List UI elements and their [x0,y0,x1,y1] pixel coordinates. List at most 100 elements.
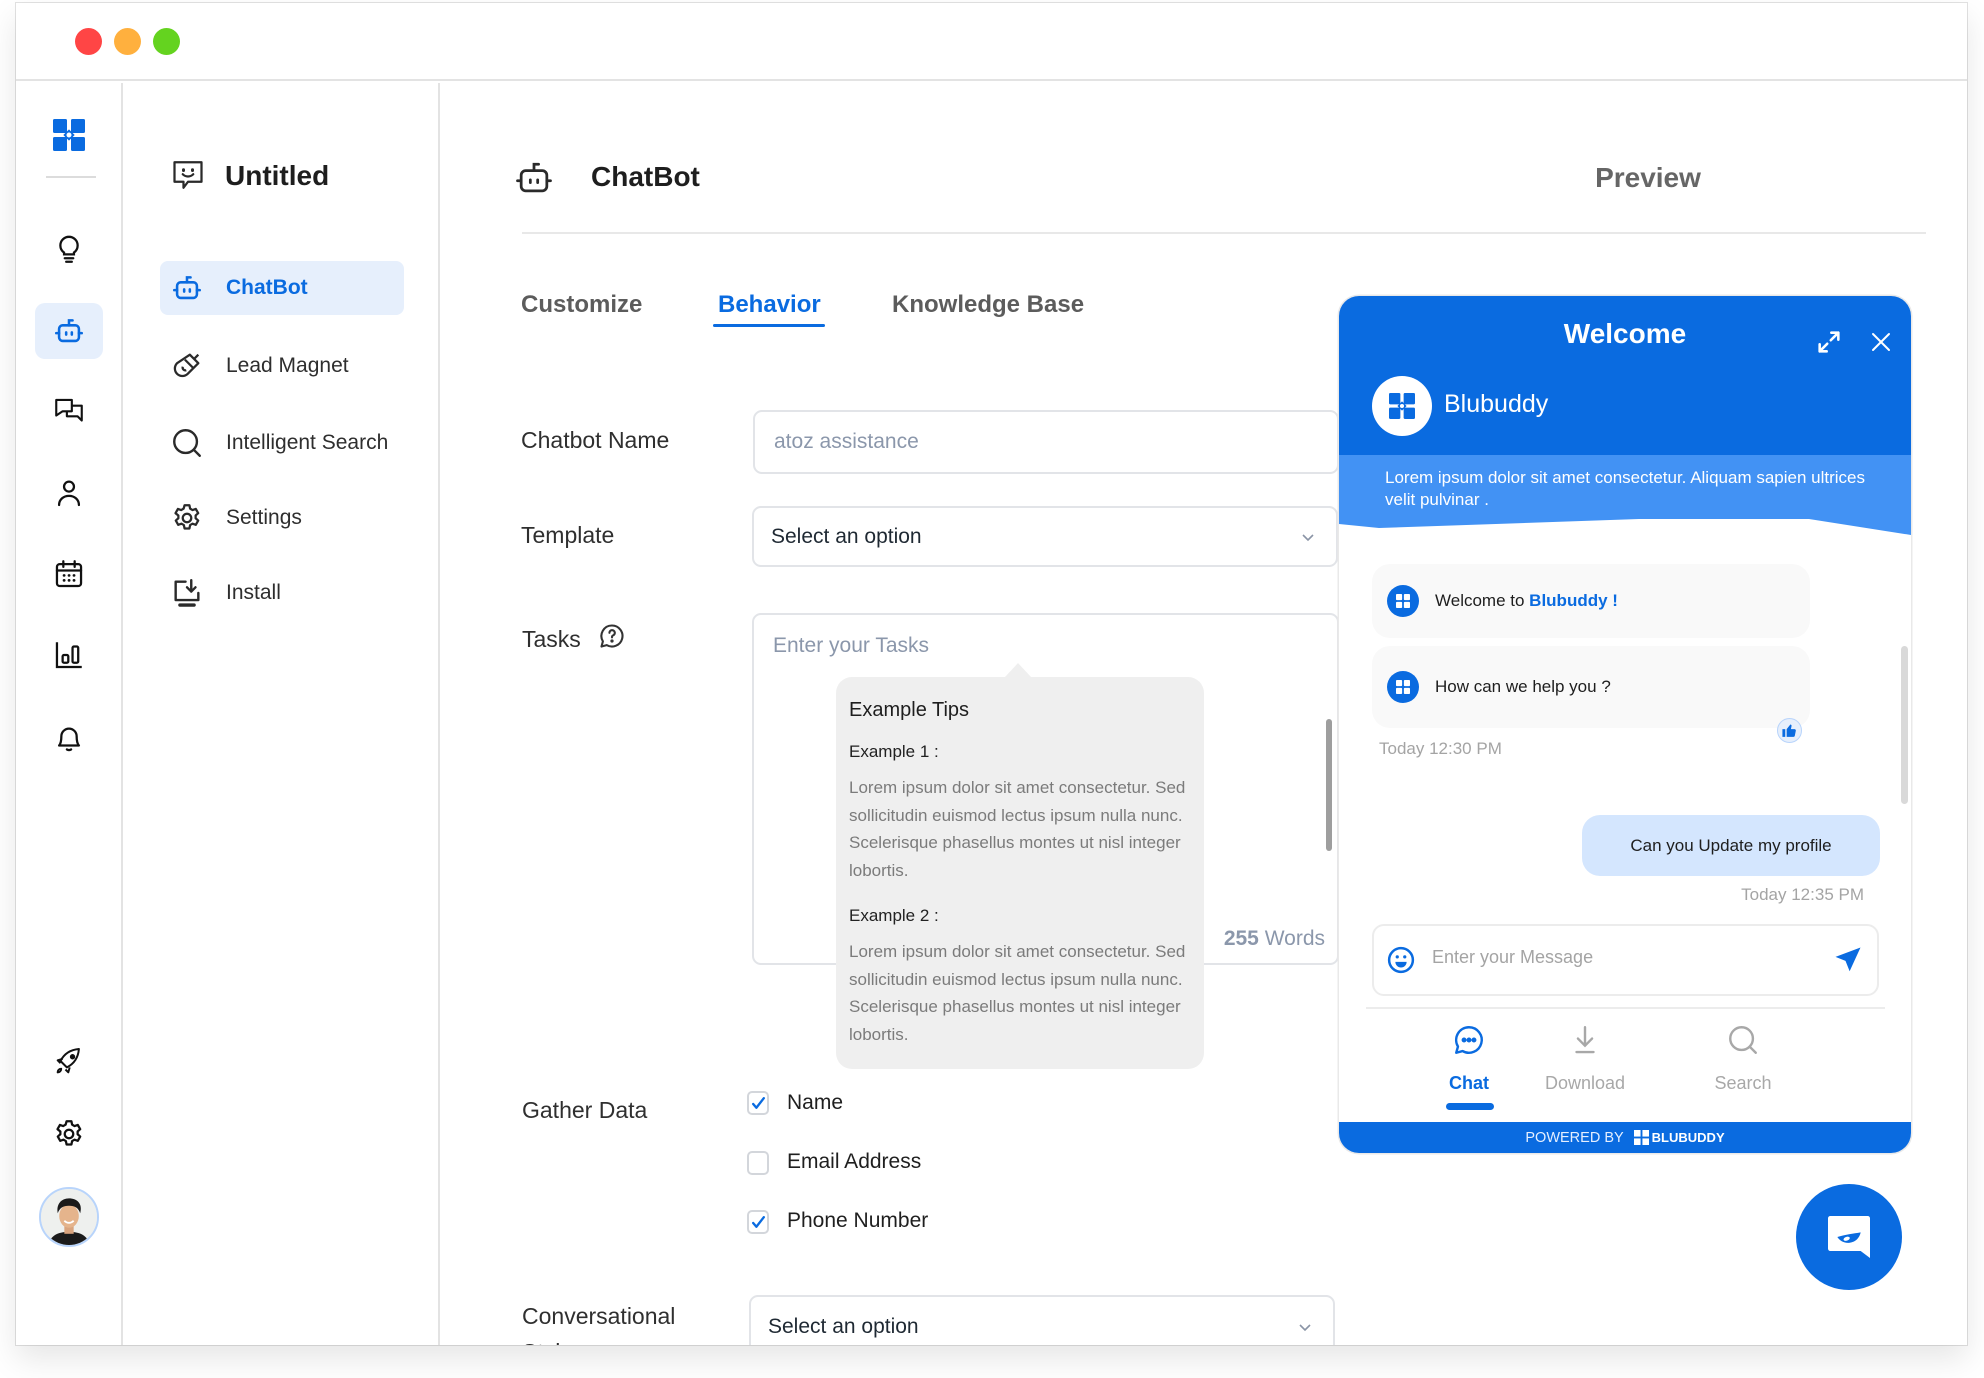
nav-item-intelligent-search[interactable]: Intelligent Search [160,416,404,470]
tab-chat[interactable]: Chat [1409,1073,1529,1094]
nav-item-settings[interactable]: Settings [160,491,404,545]
message-prefix: Welcome to [1435,591,1530,610]
chatbot-name-label: Chatbot Name [521,427,670,453]
message-input-placeholder: Enter your Message [1432,947,1594,967]
checkbox-email-address[interactable] [747,1151,769,1175]
template-label: Template [521,522,615,548]
bot-avatar [1372,376,1432,436]
powered-by-footer: POWERED BY BLUBUDDY [1339,1122,1911,1153]
word-count: 255 Words [1224,927,1325,951]
maximize-window-button[interactable] [153,28,180,55]
rail-divider [46,176,96,178]
rail-item-ideas[interactable] [35,221,103,277]
blubuddy-logo-icon[interactable] [53,119,85,151]
message-brand-highlight: Blubuddy ! [1529,591,1618,610]
install-icon [174,579,200,607]
chevron-down-icon [1302,534,1314,542]
avatar[interactable] [39,1187,99,1247]
emoji-icon[interactable] [1386,945,1416,975]
page-title: ChatBot [591,161,700,192]
rail-item-settings[interactable] [35,1106,103,1162]
checkbox-phone-number-label: Phone Number [787,1209,929,1232]
send-icon[interactable] [1833,945,1863,975]
blubuddy-logo-icon [1633,1130,1649,1145]
rail-item-contacts[interactable] [35,465,103,521]
user-photo [41,1189,97,1245]
close-window-button[interactable] [75,28,102,55]
widget-intro-banner: Lorem ipsum dolor sit amet consectetur. … [1339,455,1911,535]
chat-bubbles-icon [55,398,83,422]
word-count-label: Words [1264,927,1325,950]
conversational-style-select[interactable]: Select an option [749,1295,1335,1345]
nav-item-chatbot[interactable]: ChatBot [160,261,404,315]
messages-scrollbar[interactable] [1901,646,1908,804]
rail-item-analytics[interactable] [35,627,103,683]
bot-message: Welcome to Blubuddy ! [1372,564,1810,638]
tab-knowledge-base[interactable]: Knowledge Base [892,291,1084,319]
rail-item-chatbot[interactable] [35,303,103,359]
rail-item-conversations[interactable] [35,384,103,440]
tab-customize[interactable]: Customize [521,291,642,319]
robot-icon [512,156,556,200]
checkbox-name[interactable] [747,1091,769,1115]
chat-tab-indicator [1446,1103,1494,1110]
tab-download[interactable]: Download [1525,1073,1645,1094]
tab-behavior[interactable]: Behavior [718,291,821,319]
nav-item-install[interactable]: Install [160,566,404,620]
powered-by-brand: BLUBUDDY [1651,1130,1725,1145]
tab-active-indicator [713,324,825,327]
download-icon [1568,1023,1602,1057]
nav-item-label: Lead Magnet [226,354,349,377]
rail-item-calendar[interactable] [35,546,103,602]
lightbulb-icon [59,235,79,263]
checkbox-name-label: Name [787,1091,844,1114]
chat-launcher-button[interactable] [1796,1184,1902,1290]
template-select[interactable]: Select an option [752,506,1338,567]
bar-chart-icon [55,642,82,669]
chat-tab-icon [1452,1023,1486,1057]
checkmark-icon [752,1097,765,1109]
nav-item-label: Intelligent Search [226,431,389,454]
chatbot-name-placeholder: atoz assistance [774,430,919,453]
minimize-window-button[interactable] [114,28,141,55]
nav-item-label: Settings [226,506,302,529]
gear-icon [174,504,200,530]
magnet-icon [173,353,200,378]
nav-item-label: ChatBot [226,276,308,299]
user-message-timestamp: Today 12:35 PM [1741,885,1864,904]
checkmark-icon [752,1216,765,1228]
search-icon [173,429,201,457]
example-tips-tooltip: Example Tips Example 1 : Lorem ipsum dol… [836,663,1204,1069]
bell-icon [57,727,81,752]
bot-name: Blubuddy [1444,390,1549,418]
widget-header: Welcome Blubuddy [1339,296,1911,456]
bot-message-text: How can we help you ? [1435,677,1611,696]
tab-search[interactable]: Search [1683,1073,1803,1094]
help-icon[interactable] [598,622,626,650]
rail-item-launch[interactable] [35,1033,103,1089]
powered-by-text: POWERED BY [1525,1129,1624,1146]
rail-item-notifications[interactable] [35,709,103,765]
message-input[interactable]: Enter your Message [1372,924,1879,996]
user-message: Can you Update my profile [1582,815,1880,876]
bot-message-avatar [1387,671,1419,703]
bot-message-text: Welcome to Blubuddy ! [1435,591,1618,611]
checkbox-phone-number[interactable] [747,1210,769,1234]
like-reaction[interactable] [1777,718,1802,743]
nav-item-lead-magnet[interactable]: Lead Magnet [160,339,404,393]
robot-icon [172,276,202,300]
chat-face-icon [170,157,206,193]
example-2-label: Example 2 : [849,906,939,925]
blubuddy-logo-icon [1389,393,1415,419]
close-icon[interactable] [1869,330,1893,354]
word-count-number: 255 [1223,927,1259,950]
tasks-scrollbar[interactable] [1326,719,1332,851]
expand-icon[interactable] [1815,328,1843,356]
title-bar [16,3,1967,81]
project-title: Untitled [225,160,330,191]
calendar-icon [55,560,83,588]
gear-icon [56,1120,82,1146]
chatbot-name-input[interactable]: atoz assistance [753,410,1339,474]
secondary-nav: Untitled ChatBot Lead Magnet Intelligent… [123,83,440,1345]
tasks-placeholder: Enter your Tasks [773,634,930,657]
